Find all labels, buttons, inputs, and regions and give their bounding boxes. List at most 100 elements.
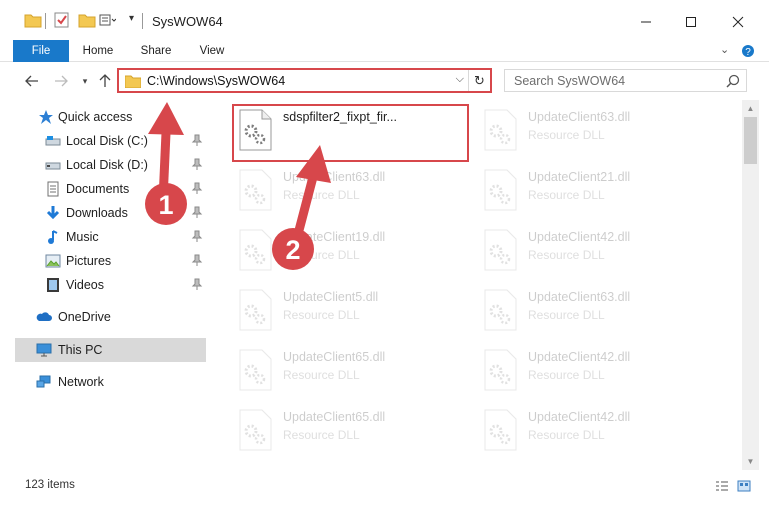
file-item[interactable]: UpdateClient21.dll Resource DLL — [478, 166, 718, 222]
window-title: SysWOW64 — [152, 14, 223, 29]
pin-icon[interactable] — [191, 158, 203, 170]
search-input[interactable]: Search SysWOW64 — [514, 74, 625, 88]
pin-icon[interactable] — [191, 254, 203, 266]
file-item[interactable]: UpdateClient65.dll Resource DLL — [233, 346, 473, 402]
tab-home[interactable]: Home — [78, 40, 118, 62]
sidebar-item-label: Music — [66, 230, 99, 244]
file-type: Resource DLL — [528, 128, 605, 142]
sidebar-item-label: OneDrive — [58, 310, 111, 324]
dll-file-icon — [239, 289, 272, 331]
back-button[interactable] — [23, 71, 41, 91]
file-item[interactable]: UpdateClient63.dll Resource DLL — [233, 166, 473, 222]
maximize-icon — [686, 17, 696, 27]
network-icon — [36, 375, 51, 388]
search-icon[interactable] — [726, 74, 740, 88]
sidebar-item-label: Videos — [66, 278, 104, 292]
maximize-button[interactable] — [676, 8, 706, 36]
folder-icon[interactable] — [24, 11, 42, 29]
help-icon[interactable]: ? — [741, 44, 755, 58]
pin-icon[interactable] — [191, 182, 203, 194]
refresh-button[interactable]: ↻ — [468, 70, 490, 91]
address-path: C:\Windows\SysWOW64 — [147, 74, 286, 88]
search-box[interactable]: Search SysWOW64 — [504, 69, 747, 92]
chevron-down-icon[interactable]: ⌵ — [456, 73, 464, 86]
download-icon — [46, 206, 60, 220]
file-name: UpdateClient63.dll — [283, 170, 386, 184]
pin-icon[interactable] — [191, 278, 203, 290]
file-type: Resource DLL — [528, 308, 605, 322]
details-view-icon[interactable] — [715, 480, 729, 492]
file-item[interactable]: UpdateClient19.dll Resource DLL — [233, 226, 473, 282]
tab-share[interactable]: Share — [135, 40, 177, 62]
scroll-up-icon[interactable]: ▲ — [742, 100, 759, 117]
forward-button[interactable] — [52, 71, 70, 91]
properties-icon[interactable] — [53, 11, 71, 29]
sidebar-item-label: Downloads — [66, 206, 128, 220]
file-type: Resource DLL — [283, 368, 360, 382]
pictures-icon — [45, 254, 61, 268]
file-item[interactable]: UpdateClient42.dll Resource DLL — [478, 226, 718, 282]
sidebar-item-local-disk-d[interactable]: Local Disk (D:) — [0, 153, 206, 177]
scroll-down-icon[interactable]: ▼ — [742, 453, 759, 470]
file-type: Resource DLL — [283, 308, 360, 322]
scroll-thumb[interactable] — [744, 117, 757, 164]
sidebar-item-videos[interactable]: Videos — [0, 273, 206, 297]
minimize-button[interactable] — [631, 8, 661, 36]
status-bar: 123 items — [0, 472, 769, 498]
dll-file-icon — [484, 289, 517, 331]
title-bar: ▾ SysWOW64 — [0, 0, 769, 40]
recent-locations-button[interactable]: ▾ — [76, 71, 94, 91]
chevron-down-icon[interactable]: ▾ — [129, 13, 134, 24]
customize-toolbar-icon[interactable] — [98, 11, 116, 29]
file-name: UpdateClient42.dll — [528, 230, 631, 244]
sidebar-item-documents[interactable]: Documents — [0, 177, 206, 201]
arrow-left-icon — [25, 75, 38, 87]
file-name: UpdateClient19.dll — [283, 230, 386, 244]
file-item[interactable]: UpdateClient42.dll Resource DLL — [478, 346, 718, 402]
file-item[interactable]: UpdateClient63.dll Resource DLL — [478, 106, 718, 162]
sidebar-item-pictures[interactable]: Pictures — [0, 249, 206, 273]
sidebar-item-music[interactable]: Music — [0, 225, 206, 249]
file-name: UpdateClient5.dll — [283, 290, 379, 304]
pin-icon[interactable] — [191, 134, 203, 146]
address-bar[interactable]: C:\Windows\SysWOW64 ⌵ ↻ — [117, 68, 492, 93]
file-type: Resource DLL — [528, 188, 605, 202]
ribbon: File Home Share View ⌄ ? — [0, 40, 769, 62]
tab-view[interactable]: View — [193, 40, 231, 62]
dll-file-icon — [484, 409, 517, 451]
sidebar-item-quick-access[interactable]: Quick access — [0, 105, 206, 129]
sidebar-item-this-pc[interactable]: This PC — [15, 338, 206, 362]
star-icon — [39, 110, 53, 124]
file-item[interactable]: UpdateClient5.dll Resource DLL — [233, 286, 473, 342]
pin-icon[interactable] — [191, 206, 203, 218]
drive-icon — [45, 162, 61, 170]
divider — [45, 13, 46, 29]
music-icon — [48, 230, 58, 244]
vertical-scrollbar[interactable]: ▲ ▼ — [742, 100, 759, 470]
file-item[interactable]: UpdateClient65.dll Resource DLL — [233, 406, 473, 462]
up-button[interactable] — [96, 71, 114, 91]
sidebar-item-local-disk-c[interactable]: Local Disk (C:) — [0, 129, 206, 153]
svg-text:?: ? — [745, 47, 751, 58]
pin-icon[interactable] — [191, 230, 203, 242]
large-icons-view-icon[interactable] — [737, 480, 751, 492]
file-item[interactable]: UpdateClient63.dll Resource DLL — [478, 286, 718, 342]
dll-file-icon — [484, 109, 517, 151]
cloud-icon — [36, 312, 52, 321]
file-item[interactable]: UpdateClient42.dll Resource DLL — [478, 406, 718, 462]
refresh-icon: ↻ — [474, 72, 485, 88]
file-type: Resource DLL — [528, 428, 605, 442]
sidebar-item-network[interactable]: Network — [0, 370, 206, 394]
new-folder-icon[interactable] — [78, 11, 96, 29]
file-name: UpdateClient63.dll — [528, 290, 631, 304]
sidebar-item-downloads[interactable]: Downloads — [0, 201, 206, 225]
tab-file[interactable]: File — [13, 40, 69, 62]
sidebar-item-onedrive[interactable]: OneDrive — [0, 305, 206, 329]
file-name: UpdateClient63.dll — [528, 110, 631, 124]
drive-icon — [45, 136, 61, 146]
file-name: UpdateClient65.dll — [283, 410, 386, 424]
expand-ribbon-icon[interactable]: ⌄ — [720, 43, 729, 56]
arrow-right-icon — [55, 75, 68, 87]
sidebar-item-label: Documents — [66, 182, 130, 196]
close-button[interactable] — [723, 8, 753, 36]
